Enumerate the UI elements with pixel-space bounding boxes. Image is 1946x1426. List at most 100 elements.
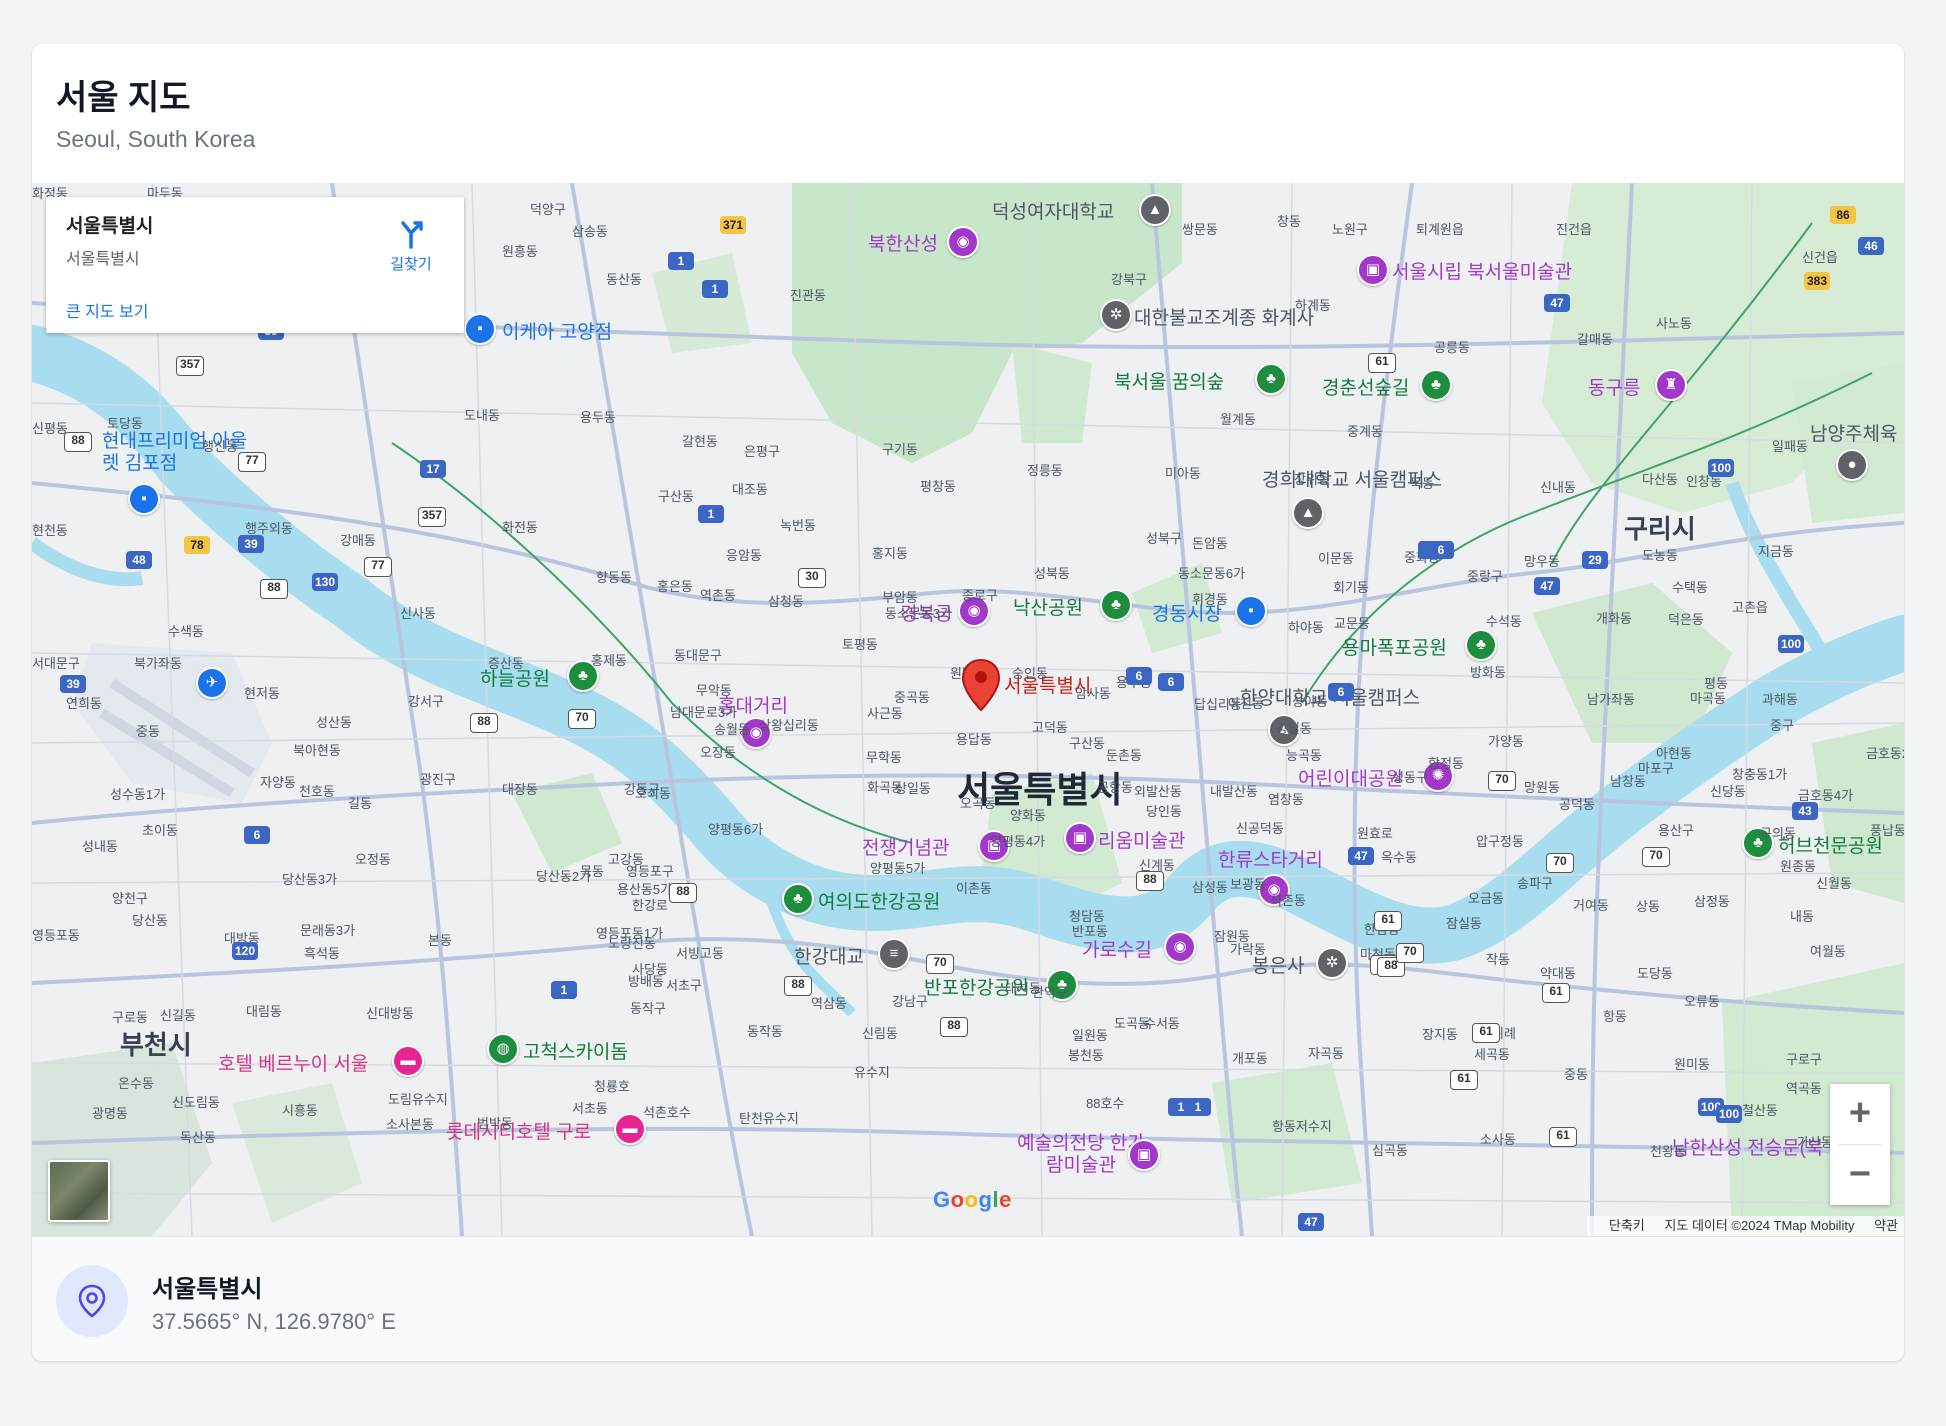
road-shield: 70 <box>568 709 596 729</box>
area-label: 동작구 <box>630 1001 666 1016</box>
area-label: 다산동 <box>1642 472 1678 487</box>
park-icon[interactable]: ♣ <box>782 883 814 915</box>
area-label: 원흥동 <box>502 244 538 259</box>
poi-label: 경춘선숲길 <box>1322 378 1410 399</box>
area-label: 청룡호 <box>594 1079 630 1094</box>
area-label: 삼성동 <box>1192 880 1228 895</box>
hotel-icon[interactable]: ▬ <box>614 1113 646 1145</box>
area-label: 심곡동 <box>1372 1143 1408 1158</box>
park-icon[interactable]: ♣ <box>1420 369 1452 401</box>
area-label: 신월동 <box>1816 876 1852 891</box>
area-label: 사노동 <box>1656 316 1692 331</box>
landmark-icon[interactable]: ♜ <box>1655 369 1687 401</box>
area-label: 개화동 <box>1596 611 1632 626</box>
map-view[interactable]: 서울특별시 부천시 구리시 북한산성 ◉ 덕성여자대학교 ▲ 서울시립 북서울미… <box>32 183 1904 1236</box>
camera-icon[interactable]: ◉ <box>1164 931 1196 963</box>
road-shield: 100 <box>1708 459 1735 477</box>
area-label: 행신동 <box>202 439 238 454</box>
area-label: 무학동 <box>866 750 902 765</box>
area-label: 녹번동 <box>780 518 816 533</box>
park-icon[interactable]: ♣ <box>1465 629 1497 661</box>
park-icon[interactable]: ♣ <box>1100 589 1132 621</box>
area-label: 송파구 <box>1517 876 1553 891</box>
area-label: 중곡동 <box>894 690 930 705</box>
area-label: 강북구 <box>1111 272 1147 287</box>
zoom-in-button[interactable]: + <box>1830 1084 1890 1144</box>
keyboard-shortcuts-link[interactable]: 단축키 <box>1609 1218 1645 1233</box>
area-label: 구로동 <box>112 1010 148 1025</box>
road-shield: 88 <box>260 579 288 599</box>
area-label: 북아현동 <box>293 743 341 758</box>
area-label: 화전동 <box>502 520 538 535</box>
hotel-icon[interactable]: ▬ <box>392 1045 424 1077</box>
area-label: 석촌동 <box>1270 893 1306 908</box>
road-shield: 30 <box>798 568 826 588</box>
area-label: 상동 <box>1636 899 1660 914</box>
area-label: 가산동 <box>1797 1135 1833 1150</box>
area-label: 중계동 <box>1347 424 1383 439</box>
area-label: 묵동 <box>1410 476 1434 491</box>
area-label: 신평동 <box>32 421 68 436</box>
area-label: 대조동 <box>732 482 768 497</box>
area-label: 교문동 <box>1334 616 1370 631</box>
bridge-icon[interactable]: ≡ <box>878 938 910 970</box>
area-label: 은평구 <box>744 444 780 459</box>
area-label: 양평동5가 <box>870 861 926 876</box>
road-shield: 61 <box>1472 1023 1500 1043</box>
shopping-icon[interactable]: ▪ <box>128 483 160 515</box>
road-shield: 39 <box>238 535 264 553</box>
poi-label: 롯데시티호텔 구로 <box>446 1122 592 1143</box>
area-label: 종로구 <box>962 588 998 603</box>
museum-icon[interactable]: ▣ <box>1064 822 1096 854</box>
road-shield: 88 <box>784 976 812 996</box>
area-label: 영등포구 <box>626 864 674 879</box>
park-icon[interactable]: ♣ <box>1255 363 1287 395</box>
area-label: 동산동 <box>606 272 642 287</box>
area-label: 동소문동6가 <box>1178 566 1246 581</box>
area-label: 이문동 <box>1318 551 1354 566</box>
directions-button[interactable]: 길찾기 <box>376 217 446 285</box>
road-shield: 61 <box>1450 1070 1478 1090</box>
area-label: 갈현동 <box>682 434 718 449</box>
area-label: 흑석동 <box>304 946 340 961</box>
school-icon[interactable]: ▲ <box>1139 194 1171 226</box>
area-label: 장지동 <box>1422 1027 1458 1042</box>
city-label-guri: 구리시 <box>1624 514 1696 544</box>
terms-link[interactable]: 약관 <box>1874 1218 1898 1233</box>
museum-icon[interactable]: ▣ <box>1357 254 1389 286</box>
shopping-icon[interactable]: ▪ <box>1235 595 1267 627</box>
airport-icon[interactable]: ✈ <box>196 667 228 699</box>
area-label: 서빙고동 <box>676 946 724 961</box>
road-shield: 371 <box>720 216 747 234</box>
area-label: 신사동 <box>400 606 436 621</box>
location-marker-icon[interactable] <box>961 658 1001 712</box>
road-shield: 6 <box>1158 673 1184 691</box>
area-label: 보광동 <box>1230 877 1266 892</box>
area-label: 자양동 <box>260 775 296 790</box>
poi-label: 호텔 베르누이 서울 <box>218 1054 369 1075</box>
road-shield: 383 <box>1804 272 1831 290</box>
museum-icon[interactable]: ▣ <box>1128 1139 1160 1171</box>
pin-icon[interactable]: ● <box>1836 449 1868 481</box>
area-label: 금호동2가 <box>1866 746 1904 761</box>
area-label: 철산동 <box>1742 1103 1778 1118</box>
shopping-icon[interactable]: ▪ <box>464 313 496 345</box>
road-shield: 88 <box>1136 871 1164 891</box>
stadium-icon[interactable]: ◍ <box>487 1033 519 1065</box>
school-icon[interactable]: ▲ <box>1292 497 1324 529</box>
temple-icon[interactable]: ✲ <box>1100 299 1132 331</box>
zoom-out-button[interactable]: − <box>1830 1145 1890 1205</box>
camera-icon[interactable]: ◉ <box>947 226 979 258</box>
area-label: 당인동 <box>1146 804 1182 819</box>
area-label: 관악구 <box>1032 985 1068 1000</box>
area-label: 응암동 <box>726 548 762 563</box>
area-label: 도내동 <box>464 408 500 423</box>
temple-icon[interactable]: ✲ <box>1316 947 1348 979</box>
larger-map-link[interactable]: 큰 지도 보기 <box>66 298 149 322</box>
area-label: 내동 <box>1790 909 1814 924</box>
area-label: 서대문구 <box>32 656 80 671</box>
area-label: 자곡동 <box>1308 1046 1344 1061</box>
area-label: 천왕동 <box>1650 1144 1686 1159</box>
satellite-layer-toggle[interactable] <box>48 1160 110 1222</box>
area-label: 작동 <box>1486 952 1510 967</box>
